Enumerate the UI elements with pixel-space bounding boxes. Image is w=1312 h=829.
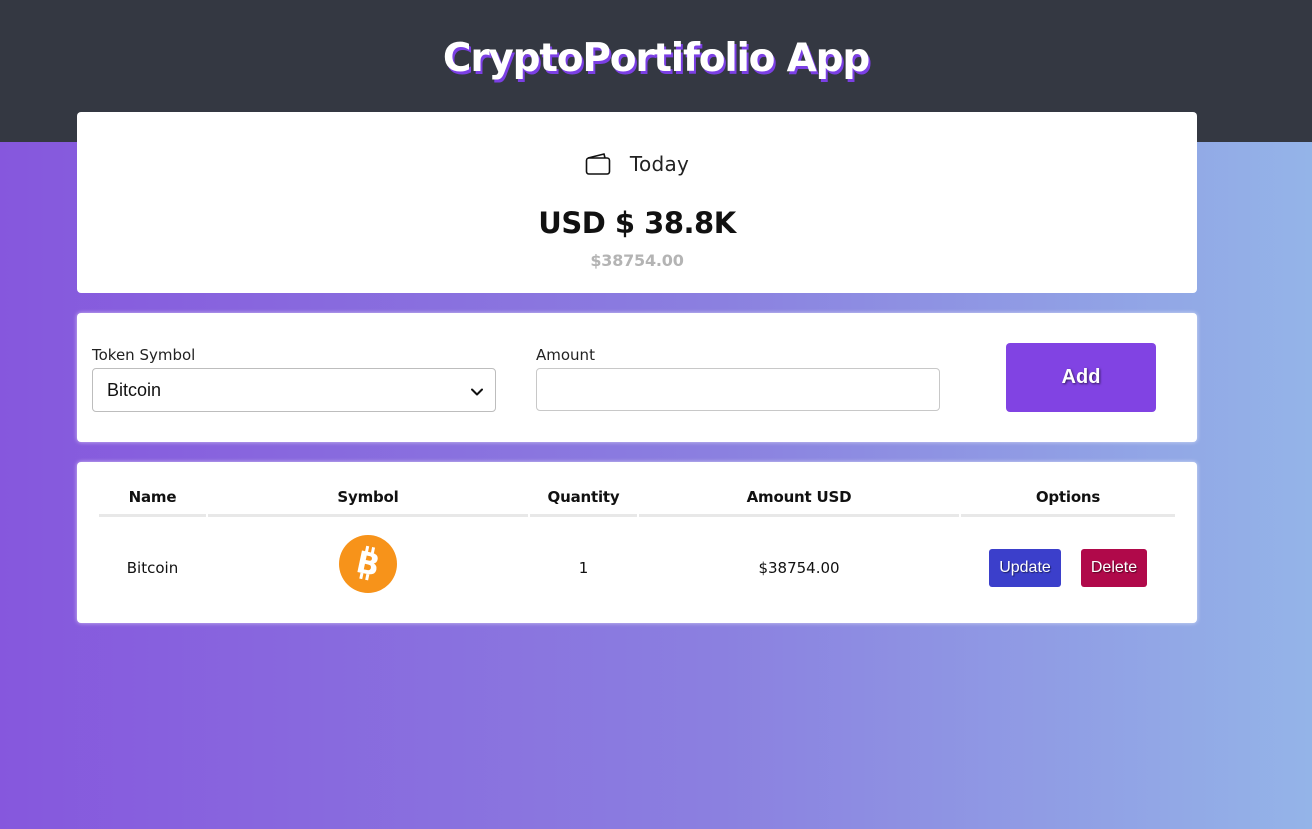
token-symbol-selected: Bitcoin — [107, 379, 162, 400]
chevron-down-icon — [471, 381, 483, 400]
header-divider — [99, 514, 206, 517]
app-title: CryptoPortifolio App — [442, 36, 870, 81]
header-quantity: Quantity — [547, 488, 620, 506]
header-divider — [961, 514, 1175, 517]
header-name: Name — [128, 488, 177, 506]
update-button[interactable]: Update — [989, 549, 1061, 587]
token-symbol-label: Token Symbol — [92, 346, 196, 364]
portfolio-summary-card: Today USD $ 38.8K $38754.00 — [77, 112, 1197, 293]
period-label: Today — [629, 152, 690, 176]
header-divider — [208, 514, 528, 517]
delete-button[interactable]: Delete — [1081, 549, 1147, 587]
amount-input[interactable] — [536, 368, 940, 411]
add-button[interactable]: Add — [1006, 343, 1156, 412]
wallet-icon — [585, 152, 611, 176]
portfolio-table: Name Symbol Quantity Amount USD Options … — [77, 462, 1197, 623]
bitcoin-icon: B — [339, 535, 397, 593]
header-divider — [639, 514, 959, 517]
total-value-short: USD $ 38.8K — [538, 206, 736, 240]
header-options: Options — [1035, 488, 1101, 506]
header-amount-usd: Amount USD — [746, 488, 852, 506]
period-row: Today — [77, 152, 1197, 176]
token-symbol-select[interactable]: Bitcoin — [92, 368, 496, 412]
add-token-form: Token Symbol Bitcoin Amount Add — [77, 313, 1197, 442]
cell-quantity: 1 — [578, 559, 589, 577]
total-value-exact: $38754.00 — [590, 251, 684, 270]
header-divider — [530, 514, 637, 517]
amount-label: Amount — [536, 346, 595, 364]
cell-name: Bitcoin — [126, 559, 179, 577]
cell-amount-usd: $38754.00 — [758, 559, 840, 577]
header-symbol: Symbol — [337, 488, 399, 506]
